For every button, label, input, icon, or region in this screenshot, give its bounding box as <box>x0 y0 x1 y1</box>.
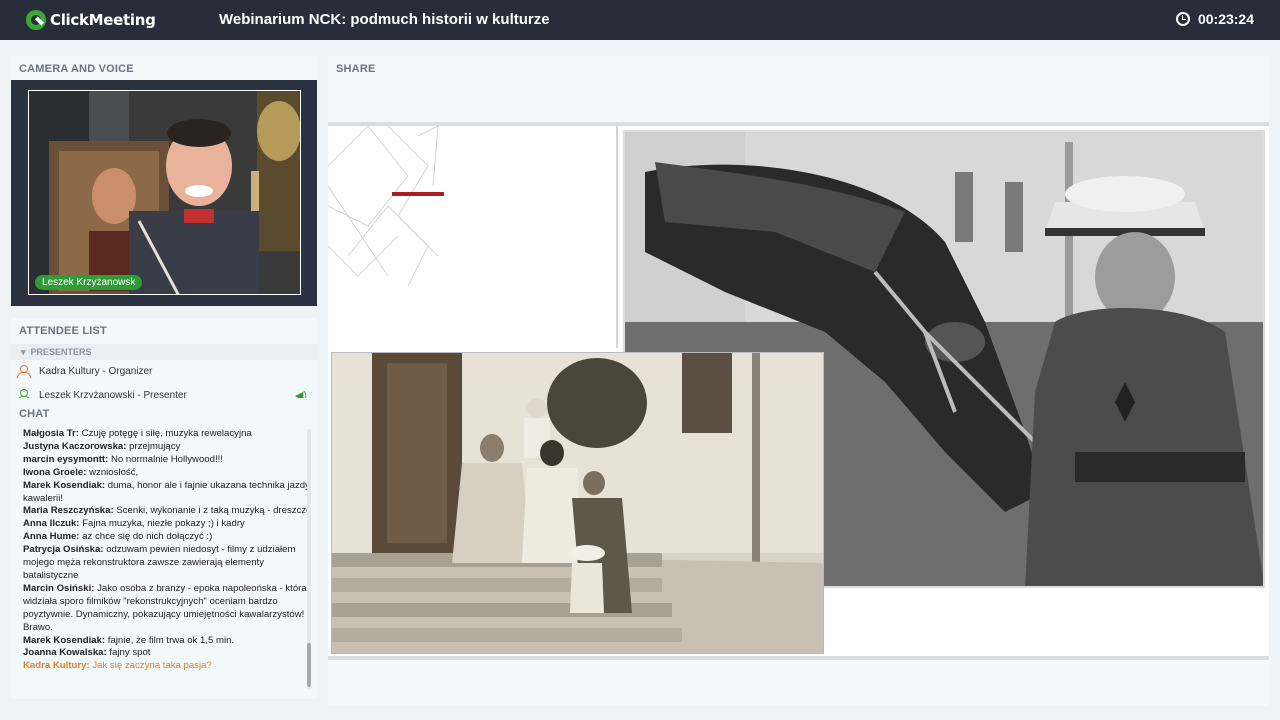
chat-text: Fajna muzyka, niezłe pokazy ;) i kadry <box>82 518 245 530</box>
chat-message-organizer: Kadra Kultury: Jak się zaczyna taka pasj… <box>23 660 313 673</box>
webinar-title: Webinarium NCK: podmuch historii w kultu… <box>219 11 550 28</box>
attendee-list-heading: ATTENDEE LIST <box>19 325 107 337</box>
organizer-person-icon <box>17 365 31 378</box>
presenter-video[interactable]: Leszek Krzyżanowsk <box>28 90 301 295</box>
chat-author: Anna Hume: <box>23 531 80 543</box>
session-timer: 00:23:24 <box>1175 11 1254 27</box>
chat-text: fajnie, że film trwa ok 1,5 min. <box>107 634 235 646</box>
camera-panel-heading: CAMERA AND VOICE <box>19 63 134 75</box>
presenters-group-toggle[interactable]: ▾ PRESENTERS <box>11 344 317 360</box>
chat-message: Anna Hume: az chce się do nich dołączyć … <box>23 531 313 544</box>
chat-message: Małgosia Tr: Czuję potęgę i siłę, muzyka… <box>23 428 313 441</box>
presenter-person-icon <box>17 389 31 398</box>
chat-scrollbar-thumb[interactable] <box>307 643 311 687</box>
shared-slide[interactable] <box>328 122 1269 660</box>
chat-author: Justyna Kaczorowska: <box>23 440 127 452</box>
attendee-label: Kadra Kultury - Organizer <box>39 365 153 377</box>
timer-value: 00:23:24 <box>1197 11 1254 27</box>
chat-text: fajny spot <box>109 647 151 659</box>
chat-message: Marek Kosendiak: duma, honor ale i fajni… <box>23 480 313 506</box>
attendee-item[interactable]: Leszek Krzyżanowski - Presenter ◀) <box>17 384 307 398</box>
chat-author: Marcin Osiński: <box>23 582 95 594</box>
chat-message: Iwona Groele: wzniosłość, <box>23 467 313 480</box>
chat-author: Marek Kosendiak: <box>23 479 106 491</box>
camera-panel: CAMERA AND VOICE Leszek Krzyżanowsk <box>11 56 317 306</box>
attendee-list: Kadra Kultury - Organizer Leszek Krzyżan… <box>11 360 317 398</box>
chat-text: No normalnie Hollywood!!! <box>110 453 223 465</box>
attendee-list-panel: ATTENDEE LIST ▾ PRESENTERS Kadra Kultury… <box>11 318 317 404</box>
chat-author: Małgosia Tr: <box>23 428 79 439</box>
chat-author: Anna Ilczuk: <box>23 518 80 530</box>
chat-text: Scenki, wykonanie i z taką muzyką - dres… <box>116 505 312 517</box>
share-footer <box>328 660 1269 706</box>
speaker-name-tag: Leszek Krzyżanowsk <box>35 275 143 290</box>
chat-message: marcin eysymontt: No normalnie Hollywood… <box>23 454 313 467</box>
presenters-group-label: PRESENTERS <box>30 347 92 357</box>
chat-text: przejmujący <box>129 440 181 452</box>
share-heading: SHARE <box>336 63 376 75</box>
family-steps-photo <box>331 352 824 654</box>
chat-message: Marcin Osiński: Jako osoba z branży - ep… <box>23 583 313 635</box>
family-steps-image <box>332 353 823 653</box>
chevron-down-icon: ▾ <box>21 347 26 357</box>
chat-message: Marek Kosendiak: fajnie, że film trwa ok… <box>23 635 313 648</box>
clock-icon <box>1175 12 1190 26</box>
presenter-video-image <box>29 91 300 294</box>
slide-divider <box>616 126 618 348</box>
camera-frame: Leszek Krzyżanowsk <box>11 80 317 306</box>
chat-author: Joanna Kowalska: <box>23 647 107 659</box>
chat-text: Czuję potęgę i siłę, muzyka rewelacyjna <box>81 428 252 439</box>
chat-author: Iwona Groele: <box>23 466 87 478</box>
chat-author: Maria Reszczyńska: <box>23 505 114 517</box>
chat-text: wzniosłość, <box>89 466 139 478</box>
decorative-lines <box>328 126 439 287</box>
chat-author: Kadra Kultury: <box>23 660 90 672</box>
chat-text: Jak się zaczyna taka pasja? <box>92 660 212 672</box>
chat-message: Maria Reszczyńska: Scenki, wykonanie i z… <box>23 505 313 518</box>
chat-message: Justyna Kaczorowska: przejmujący <box>23 441 313 454</box>
share-panel: SHARE <box>328 56 1269 706</box>
chat-scrollbar[interactable] <box>307 429 311 689</box>
top-bar: ClickMeeting Webinarium NCK: podmuch his… <box>0 0 1280 40</box>
accent-bar <box>392 192 444 196</box>
chat-author: Patrycja Osińska: <box>23 544 104 556</box>
clickmeeting-logo: ClickMeeting <box>26 10 156 30</box>
chat-message: Patrycja Osińska: odzuwam pewien niedosy… <box>23 544 313 583</box>
chat-author: Marek Kosendiak: <box>23 634 106 646</box>
chat-message: Anna Ilczuk: Fajna muzyka, niezłe pokazy… <box>23 518 313 531</box>
chat-log[interactable]: Małgosia Tr: Czuję potęgę i siłę, muzyka… <box>23 428 313 690</box>
chat-text: az chce się do nich dołączyć :) <box>82 531 213 543</box>
logo-text: ClickMeeting <box>50 11 156 29</box>
attendee-item[interactable]: Kadra Kultury - Organizer <box>17 360 307 382</box>
speaker-volume-icon: ◀) <box>294 389 307 399</box>
chat-message: Joanna Kowalska: fajny spot <box>23 647 313 660</box>
attendee-label: Leszek Krzyżanowski - Presenter <box>39 389 187 399</box>
chat-panel: CHAT Małgosia Tr: Czuję potęgę i siłę, m… <box>11 401 317 699</box>
logo-icon <box>26 10 46 30</box>
chat-author: marcin eysymontt: <box>23 453 109 465</box>
chat-heading: CHAT <box>19 408 50 420</box>
